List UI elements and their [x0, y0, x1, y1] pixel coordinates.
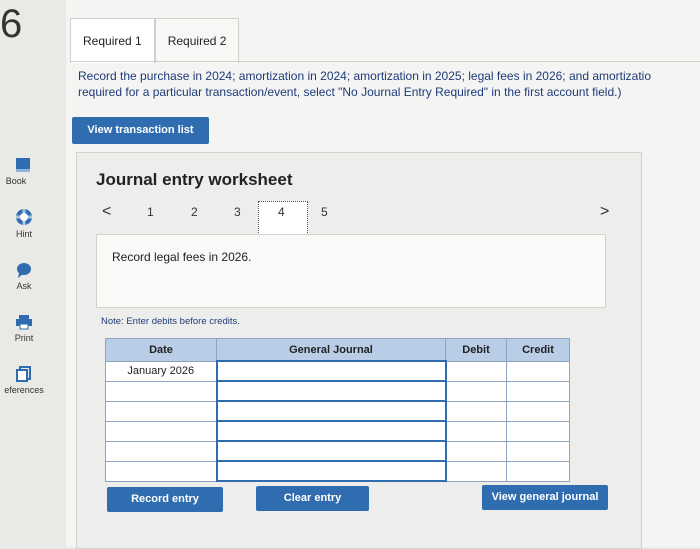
instructions-line-2: required for a particular transaction/ev… — [78, 85, 622, 99]
debit-cell[interactable] — [445, 460, 507, 482]
page-5[interactable]: 5 — [321, 205, 328, 219]
prev-arrow-icon[interactable]: < — [102, 203, 111, 221]
page-3[interactable]: 3 — [234, 205, 241, 219]
table-row — [105, 380, 570, 402]
credit-cell[interactable] — [506, 420, 570, 442]
sidebar-item-hint[interactable]: Hint — [0, 208, 48, 239]
credit-cell[interactable] — [506, 360, 570, 382]
sidebar-item-label: eferences — [4, 385, 44, 395]
page-2[interactable]: 2 — [191, 205, 198, 219]
sidebar-item-label: Hint — [15, 229, 32, 239]
sidebar-item-label: Ask — [16, 281, 32, 291]
print-icon — [16, 315, 32, 330]
sidebar-item-label: Print — [14, 333, 34, 343]
debit-cell[interactable] — [445, 440, 507, 462]
record-entry-button[interactable]: Record entry — [107, 487, 223, 512]
table-row — [105, 460, 570, 482]
header-date: Date — [105, 338, 217, 362]
table-row — [105, 420, 570, 442]
date-cell[interactable] — [105, 400, 217, 422]
table-row — [105, 400, 570, 422]
account-cell[interactable] — [215, 460, 447, 482]
debit-credit-note: Note: Enter debits before credits. — [101, 316, 240, 327]
references-icon — [16, 366, 31, 382]
question-number: 6 — [0, 2, 23, 46]
view-general-journal-button[interactable]: View general journal — [482, 485, 608, 510]
date-cell[interactable] — [105, 460, 217, 482]
step-description: Record legal fees in 2026. — [112, 250, 252, 264]
table-row: January 2026 — [105, 360, 570, 382]
header-debit: Debit — [445, 338, 507, 362]
instructions-line-1: Record the purchase in 2024; amortizatio… — [78, 69, 652, 83]
credit-cell[interactable] — [506, 400, 570, 422]
next-arrow-icon[interactable]: > — [600, 203, 609, 221]
step-description-box — [96, 234, 606, 308]
book-icon — [16, 158, 30, 172]
page-1[interactable]: 1 — [147, 205, 154, 219]
journal-table: Date General Journal Debit Credit Januar… — [105, 338, 570, 482]
sidebar-item-book[interactable]: Book — [0, 157, 48, 186]
header-general-journal: General Journal — [216, 338, 446, 362]
tab-required-1[interactable]: Required 1 — [70, 18, 155, 63]
account-cell[interactable] — [215, 400, 447, 422]
hint-icon — [16, 209, 32, 225]
date-cell[interactable]: January 2026 — [105, 360, 217, 382]
table-row — [105, 440, 570, 462]
credit-cell[interactable] — [506, 380, 570, 402]
credit-cell[interactable] — [506, 460, 570, 482]
account-cell[interactable] — [215, 360, 447, 382]
worksheet-title: Journal entry worksheet — [96, 170, 293, 189]
debit-cell[interactable] — [445, 380, 507, 402]
date-cell[interactable] — [105, 380, 217, 402]
sidebar-item-ask[interactable]: Ask — [0, 262, 48, 291]
date-cell[interactable] — [105, 440, 217, 462]
credit-cell[interactable] — [506, 440, 570, 462]
header-credit: Credit — [506, 338, 570, 362]
ask-icon — [17, 263, 31, 278]
sidebar-item-label: Book — [5, 176, 27, 186]
clear-entry-button[interactable]: Clear entry — [256, 486, 369, 511]
tab-bar: Required 1 Required 2 — [70, 18, 240, 63]
sidebar-item-references[interactable]: eferences — [0, 366, 48, 395]
tab-required-2[interactable]: Required 2 — [154, 18, 240, 63]
page-4[interactable]: 4 — [278, 205, 285, 219]
tab-divider — [70, 61, 700, 62]
debit-cell[interactable] — [445, 360, 507, 382]
debit-cell[interactable] — [445, 400, 507, 422]
view-transaction-list-button[interactable]: View transaction list — [72, 117, 209, 144]
account-cell[interactable] — [215, 420, 447, 442]
account-cell[interactable] — [215, 440, 447, 462]
date-cell[interactable] — [105, 420, 217, 442]
sidebar-item-print[interactable]: Print — [0, 314, 48, 343]
debit-cell[interactable] — [445, 420, 507, 442]
instructions: Record the purchase in 2024; amortizatio… — [78, 68, 700, 100]
account-cell[interactable] — [215, 380, 447, 402]
